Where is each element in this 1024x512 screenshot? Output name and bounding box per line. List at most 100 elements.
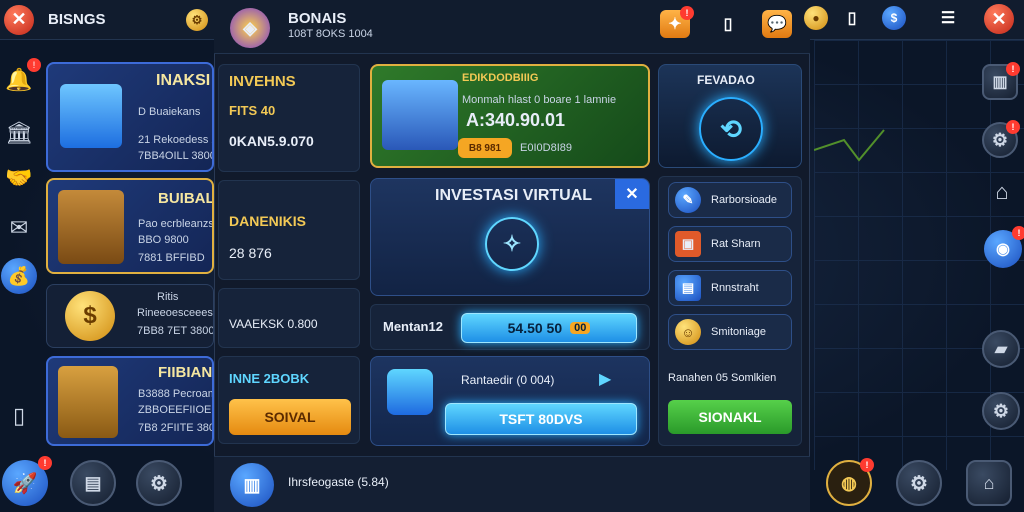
gear-icon[interactable]: ⚙! — [982, 120, 1020, 158]
footer-text: Ihrsfeogaste (5.84) — [288, 475, 389, 489]
card-line: 21 Rekoedess 2118 — [138, 134, 212, 146]
settings-gold-icon[interactable]: ⚙ — [186, 8, 208, 31]
card-line: ZBBOEEFIIOE — [138, 404, 212, 416]
box-icon — [60, 84, 122, 148]
invest-virtual-card[interactable]: INVESTASI VIRTUAL ✧ ✕ — [370, 178, 650, 296]
promo-amount: A:340.90.01 — [466, 110, 566, 130]
frame-icon: ▣ — [675, 231, 701, 257]
left-card-1[interactable]: INAKSI D Buaiekans 21 Rekoedess 2118 7BB… — [46, 62, 214, 172]
card-line: 7BB4OILL 3800 — [138, 150, 214, 162]
mentanta-row: Mentan12 54.50 50 00 — [370, 304, 650, 350]
menu-item[interactable]: ▣ Rat Sharn — [668, 226, 792, 262]
gift-icon[interactable]: ✦! — [660, 6, 694, 38]
gift-box-icon — [387, 369, 433, 415]
card-title: Ritis — [157, 291, 179, 303]
rocket-icon[interactable]: 🚀! — [2, 456, 52, 506]
currency-icon[interactable]: $ — [882, 6, 906, 30]
globe-icon[interactable]: ◉! — [984, 226, 1024, 268]
main-header: ◈ BONAIS 108T 8OKS 1004 ✦! ▯ 💬 — [214, 0, 810, 54]
bank-icon[interactable]: 🏛 — [1, 115, 37, 151]
card-line: BBO 9800 — [138, 234, 189, 246]
page-title: BONAIS — [288, 10, 347, 27]
dividends-stats: DANENIKIS 28 876 — [218, 180, 360, 280]
left-card-2[interactable]: BUIBAL Pao ecrbleanzs BBO 9800 7881 BFFI… — [46, 178, 214, 274]
city-icon[interactable]: ▥ — [230, 463, 274, 507]
sell-button[interactable]: SOIVAL — [229, 399, 351, 435]
menu-item[interactable]: ✎ Rarborsioade — [668, 182, 792, 218]
right-topbar: ● ▯ $ ☰ ✕ — [804, 0, 1024, 40]
mentanta-value-bar[interactable]: 54.50 50 00 — [461, 313, 637, 343]
main-footer: ▥ Ihrsfeogaste (5.84) — [214, 456, 810, 512]
stat-label: INVEHNS — [229, 73, 296, 90]
card-line: Pao ecrbleanzs — [138, 218, 214, 230]
reward-card[interactable]: Rantaedir (0 004) ▶ TSFT 80DVS — [370, 356, 650, 446]
investment-stats: INVEHNS FITS 40 0KAN5.9.070 — [218, 64, 360, 172]
card-line: D Buaiekans — [138, 106, 201, 118]
close-icon[interactable]: ✕ — [984, 4, 1014, 34]
stat-value: FITS 40 — [229, 103, 276, 118]
left-app-title: BISNGS — [48, 11, 106, 28]
mentanta-tag: 00 — [570, 322, 591, 334]
shield-icon: ⟲ — [699, 97, 763, 161]
money-bag-icon[interactable]: ◍! — [826, 458, 874, 506]
book-stack-icon — [382, 80, 458, 150]
value-stat: VAAEKSK 0.800 — [218, 288, 360, 348]
phone-icon[interactable]: ▯ — [1, 398, 37, 434]
bell-icon[interactable]: 🔔! — [1, 58, 41, 98]
vault-icon — [58, 366, 118, 438]
left-card-3[interactable]: $ Ritis Rineeoesceees 7BB8 7ET 3800 — [46, 284, 214, 348]
cards-icon[interactable]: ▤ — [70, 460, 116, 506]
coins-icon[interactable]: 💰 — [1, 258, 37, 294]
building-icon[interactable]: ▥! — [982, 62, 1020, 100]
handshake-icon[interactable]: 🤝 — [1, 160, 37, 196]
chat-icon[interactable]: 💬 — [762, 10, 792, 38]
avatar[interactable]: ◈ — [230, 8, 270, 48]
menu-label: Rat Sharn — [711, 238, 761, 250]
invest-title: INVESTASI VIRTUAL — [435, 187, 593, 204]
store-icon[interactable]: ⌂ — [984, 174, 1020, 210]
mentanta-label: Mentan12 — [383, 319, 443, 334]
reward-text: Rantaedir (0 004) — [461, 373, 555, 387]
gear-icon[interactable]: ⚙ — [982, 392, 1020, 430]
close-icon[interactable]: ✕ — [4, 4, 34, 35]
card-line: Rineeoesceees — [137, 307, 213, 319]
test-bonus-button[interactable]: TSFT 80DVS — [445, 403, 637, 435]
mentanta-value: 54.50 50 — [507, 320, 563, 336]
menu-item[interactable]: ☺ Smitoniage — [668, 314, 792, 350]
left-topbar: ✕ BISNGS ⚙ — [0, 0, 214, 40]
feature-card[interactable]: FEVADAO ⟲ — [658, 64, 802, 168]
mail-icon[interactable]: ✉ — [1, 210, 37, 246]
shop-icon[interactable]: ⌂ — [966, 460, 1012, 506]
menu-icon[interactable]: ☰ — [934, 6, 962, 30]
promo-pill-button[interactable]: B8 981 — [458, 138, 512, 158]
stat-label: INNE 2BOBK — [229, 371, 310, 386]
stat-value: 0KAN5.9.070 — [229, 133, 314, 149]
gear-icon[interactable]: ⚙ — [136, 460, 182, 506]
menu-label: Smitoniage — [711, 326, 767, 338]
gold-bars-icon[interactable]: ▰ — [982, 330, 1020, 368]
menu-item[interactable]: ▤ Rnnstraht — [668, 270, 792, 306]
document-icon: ▤ — [675, 275, 701, 301]
smile-coin-icon: ☺ — [675, 319, 701, 345]
stat-label: VAAEKSK 0.800 — [229, 317, 318, 331]
right-footer-text: Ranahen 05 Somlkien — [668, 372, 777, 384]
battery-icon[interactable]: ▯ — [714, 10, 742, 38]
card-line: B3888 Pecroam — [138, 388, 214, 400]
dollar-coin-icon: $ — [65, 291, 115, 341]
menu-label: Rnnstraht — [711, 282, 759, 294]
left-card-4[interactable]: FIIBIAN B3888 Pecroam ZBBOEEFIIOE 7B8 2F… — [46, 356, 214, 446]
card-title: INAKSI — [156, 72, 211, 89]
card-line: 7881 BFFIBD — [138, 252, 205, 264]
promo-note: E0I0D8I89 — [520, 142, 572, 154]
card-title: BUIBAL — [158, 190, 214, 207]
gold-coin-icon[interactable]: ● — [804, 6, 828, 30]
confirm-button[interactable]: SIONAKL — [668, 400, 792, 434]
promo-subtitle: Monmah hlast 0 boare 1 lamnie — [462, 94, 617, 106]
promo-banner[interactable]: EDIKDODBIIIG Monmah hlast 0 boare 1 lamn… — [370, 64, 650, 168]
arrow-right-icon[interactable]: ▶ — [599, 369, 611, 389]
card-title: FIIBIAN — [158, 364, 213, 381]
battery-icon[interactable]: ▯ — [840, 6, 864, 30]
feature-title: FEVADAO — [697, 73, 755, 87]
tools-icon[interactable]: ✕ — [615, 179, 649, 209]
gear-icon[interactable]: ⚙ — [896, 460, 942, 506]
